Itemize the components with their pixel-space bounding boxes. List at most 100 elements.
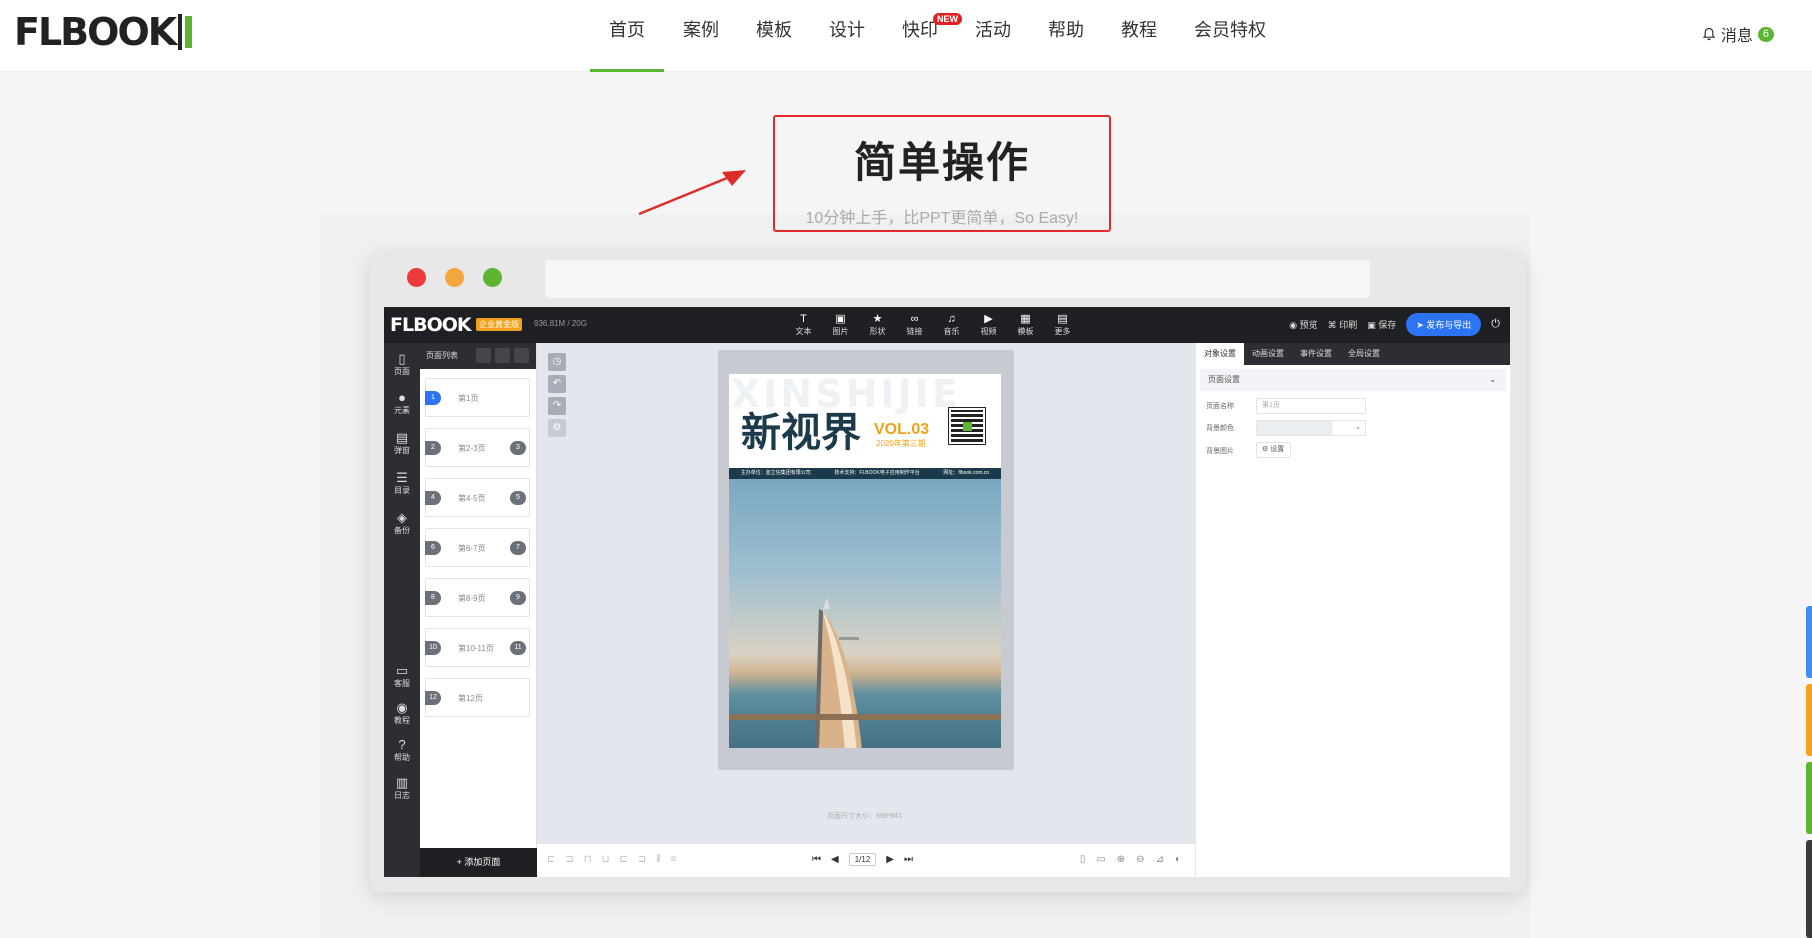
sidebar-item-popups[interactable]: ▤ 弹窗 [384,430,420,456]
align-center-icon[interactable]: ⊐ [565,854,573,865]
bg-image-set-button[interactable]: ⚙ 设置 [1256,442,1291,458]
nav-item-home[interactable]: 首页 [590,0,664,72]
tool-label: 模板 [1017,327,1034,336]
side-tab-dark[interactable] [1806,840,1812,938]
save-button[interactable]: ▣ 保存 [1367,318,1396,331]
sidebar-item-pages[interactable]: ▯ 页面 [384,351,420,377]
publish-button[interactable]: ➤ 发布与导出 [1406,313,1482,336]
zoom-out-icon[interactable]: ⊖ [1136,854,1144,865]
tool-icon: ∞ [910,313,919,325]
tab-event-settings[interactable]: 事件设置 [1292,343,1340,365]
tool-icon: ▤ [1057,313,1068,325]
tool-2[interactable]: ★ 形状 [859,313,896,337]
nav-item-membership[interactable]: 会员特权 [1176,0,1284,72]
page-list-item[interactable]: 4 第4-5页 5 [425,478,530,517]
hero-heading-box: 简单操作 10分钟上手，比PPT更简单，So Easy! [773,115,1111,232]
align-right-icon[interactable]: ⊓ [584,854,592,865]
page-list-label: 第6-7页 [458,544,486,553]
first-page-icon[interactable]: ⏮ [812,854,821,865]
tab-object-settings[interactable]: 对象设置 [1196,343,1244,365]
tool-5[interactable]: ▶ 视频 [970,313,1007,337]
bg-color-picker[interactable]: ⌄ [1256,420,1366,436]
page-list-item[interactable]: 6 第6-7页 7 [425,528,530,567]
tool-7[interactable]: ▤ 更多 [1044,313,1081,337]
cover-info-strip: 主办单位：蓝立信集团有限公司 技术支持：FLBOOK电子应用制作平台 网址：flbo… [729,468,1001,479]
tool-4[interactable]: ♫ 音乐 [933,313,970,337]
tool-1[interactable]: ▣ 图片 [822,313,859,337]
last-page-icon[interactable]: ⏭ [904,854,913,865]
align-top-icon[interactable]: ⊔ [602,854,610,865]
page-list-item[interactable]: 8 第8-9页 9 [425,578,530,617]
editor-logo: FLBOOK [390,314,472,336]
align-tools: ⊏ ⊐ ⊓ ⊔ ⊏ ⊐ ⫴ ≡ [547,854,676,865]
page-list-item[interactable]: 10 第10-11页 11 [425,628,530,667]
nav-item-help[interactable]: 帮助 [1030,0,1102,72]
copy-page-icon[interactable] [476,348,491,363]
align-middle-icon[interactable]: ⊏ [619,854,627,865]
tool-3[interactable]: ∞ 链接 [896,313,933,337]
nav-item-events[interactable]: 活动 [957,0,1029,72]
tool-6[interactable]: ▦ 模板 [1007,313,1044,337]
magazine-page[interactable]: XINSHIJIE 新视界 VOL.03 2020年第三期 主办单位：蓝立信集团… [718,350,1014,770]
editor-left-sidebar: ▯ 页面 ● 元素 ▤ 弹窗 ☰ 目录 ◈ 备份 ▭ 客服 ◉ 教程 ? 帮助 ▥ 日志 [384,343,420,877]
duplicate-page-icon[interactable] [495,348,510,363]
single-page-icon[interactable]: ▯ [1080,854,1086,865]
page-list-item[interactable]: 2 第2-3页 3 [425,428,530,467]
sidebar-item-elements[interactable]: ● 元素 [384,390,420,416]
print-button[interactable]: ⌘ 印刷 [1328,318,1358,331]
page-name-input[interactable]: 第1页 [1256,398,1366,414]
settings-icon[interactable]: ⚙ [548,419,566,437]
prev-page-icon[interactable]: ◀ [831,854,839,865]
chevron-down-icon: ⌄ [1489,375,1496,384]
nav-item-print[interactable]: 快印 NEW [884,0,962,72]
popup-icon: ▤ [395,430,409,445]
nav-item-design[interactable]: 设计 [811,0,883,72]
preview-button[interactable]: ◉ 预览 [1289,318,1317,331]
edition-badge: 企业黄金版 [476,318,522,331]
nav-item-tutorials[interactable]: 教程 [1103,0,1175,72]
burj-al-arab-image [814,597,862,748]
side-tab-blue[interactable] [1806,606,1812,678]
distribute-h-icon[interactable]: ⫴ [656,854,660,865]
page-list-item[interactable]: 1 第1页 [425,378,530,417]
align-bottom-icon[interactable]: ⊐ [638,854,646,865]
align-left-icon[interactable]: ⊏ [547,854,555,865]
tab-animation-settings[interactable]: 动画设置 [1244,343,1292,365]
page-number-input[interactable]: 1/12 [848,853,877,866]
tool-label: 形状 [869,327,886,336]
distribute-v-icon[interactable]: ≡ [670,854,676,865]
redo-icon[interactable]: ↷ [548,397,566,415]
sidebar-item-toc[interactable]: ☰ 目录 [384,470,420,496]
ruler-icon[interactable]: ⊿ [1156,854,1164,865]
history-icon[interactable]: ◷ [548,353,566,371]
tool-icon: T [800,313,807,325]
sidebar-item-log[interactable]: ▥ 日志 [384,775,420,801]
main-nav: 首页 案例 模板 设计 快印 NEW 活动 帮助 教程 会员特权 [590,0,1285,72]
layers-toggle-icon[interactable]: ◐ [1175,854,1181,865]
messages-link[interactable]: 消息 6 [1702,22,1774,46]
next-page-icon[interactable]: ▶ [886,854,894,865]
page-list-item[interactable]: 12 第12页 [425,678,530,717]
page-settings-section[interactable]: 页面设置 ⌄ [1200,369,1506,391]
sidebar-item-support[interactable]: ▭ 客服 [384,663,420,689]
undo-icon[interactable]: ↶ [548,375,566,393]
tool-0[interactable]: T 文本 [785,313,822,337]
sidebar-item-backup[interactable]: ◈ 备份 [384,510,420,536]
double-page-icon[interactable]: ▭ [1096,854,1105,865]
zoom-in-icon[interactable]: ⊕ [1117,854,1125,865]
nav-item-templates[interactable]: 模板 [738,0,810,72]
flbook-logo[interactable]: FLBOOK [14,10,193,54]
tab-global-settings[interactable]: 全局设置 [1340,343,1388,365]
add-page-button[interactable]: + 添加页面 [420,848,537,877]
side-tab-orange[interactable] [1806,684,1812,756]
sidebar-item-tutorial[interactable]: ◉ 教程 [384,700,420,726]
page-number-left: 12 [425,691,441,705]
page-number-left: 10 [425,641,441,655]
messages-label: 消息 [1720,28,1753,45]
top-navbar: FLBOOK 首页 案例 模板 设计 快印 NEW 活动 帮助 教程 会员特权 消… [0,0,1812,72]
nav-item-cases[interactable]: 案例 [665,0,737,72]
side-tab-green[interactable] [1806,762,1812,834]
sidebar-item-help[interactable]: ? 帮助 [384,737,420,763]
power-icon[interactable]: ⏻ [1491,318,1500,331]
delete-page-icon[interactable] [514,348,529,363]
